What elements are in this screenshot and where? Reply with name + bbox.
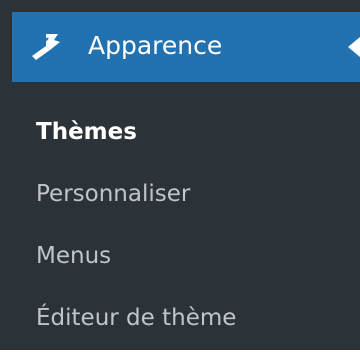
menu-item-appearance[interactable]: Apparence xyxy=(12,12,360,82)
submenu-item-customize[interactable]: Personnaliser xyxy=(36,178,190,210)
menu-item-appearance-label: Apparence xyxy=(88,31,223,60)
current-menu-arrow-icon xyxy=(348,37,360,57)
submenu-item-themes[interactable]: Thèmes xyxy=(36,116,137,148)
submenu-item-menus[interactable]: Menus xyxy=(36,240,111,272)
admin-sidebar-menu: Apparence Thèmes Personnaliser Menus Édi… xyxy=(0,0,360,350)
screenshot-frame: Apparence Thèmes Personnaliser Menus Édi… xyxy=(0,0,360,360)
submenu-item-theme-editor[interactable]: Éditeur de thème xyxy=(36,302,236,334)
paintbrush-icon xyxy=(28,28,64,64)
